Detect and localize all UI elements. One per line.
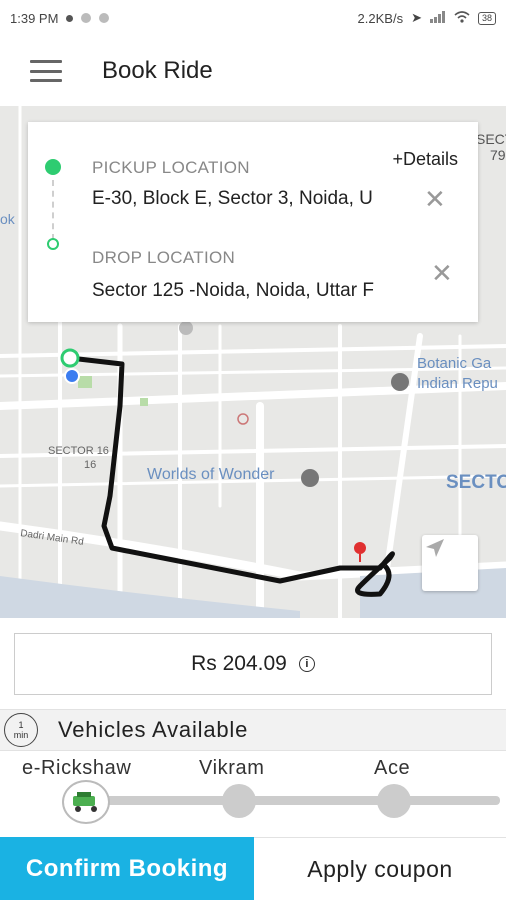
wifi-icon: [454, 10, 470, 26]
network-speed: 2.2KB/s: [357, 10, 404, 26]
vehicles-header: 1 min Vehicles Available: [0, 709, 506, 751]
map-label: Indian Repu: [417, 375, 498, 392]
vehicle-selector[interactable]: e-Rickshaw Vikram Ace: [0, 751, 506, 837]
signal-icon: [429, 10, 446, 26]
location-status-icon: ➤: [411, 10, 422, 25]
vehicle-option-erickshaw[interactable]: e-Rickshaw: [22, 757, 131, 780]
eta-unit: min: [13, 730, 29, 740]
info-icon[interactable]: i: [298, 656, 315, 672]
locate-me-button[interactable]: [422, 535, 478, 591]
confirm-booking-button[interactable]: Confirm Booking: [0, 837, 254, 900]
drop-location-field[interactable]: Sector 125 -Noida, Noida, Uttar F: [92, 280, 414, 302]
vehicle-knob-ace[interactable]: [377, 784, 411, 818]
pickup-dot-icon: [45, 159, 61, 175]
apply-coupon-button[interactable]: Apply coupon: [254, 837, 506, 900]
page-title: Book Ride: [102, 57, 213, 84]
map-label: Botanic Ga: [417, 355, 492, 372]
eta-value: 1: [18, 720, 24, 730]
erickshaw-icon: [73, 792, 97, 812]
app-bar: Book Ride: [0, 36, 506, 106]
clear-pickup-icon[interactable]: ✕: [424, 186, 446, 212]
route-connector: [52, 180, 54, 240]
details-link[interactable]: +Details: [392, 149, 458, 170]
status-bar: 1:39 PM 2.2KB/s ➤ 38: [0, 0, 506, 36]
vehicle-option-ace[interactable]: Ace: [374, 757, 410, 780]
map-label: SECTOR: [476, 131, 506, 147]
menu-icon[interactable]: [30, 60, 62, 82]
pickup-location-field[interactable]: E-30, Block E, Sector 3, Noida, U: [92, 188, 414, 210]
vehicle-knob-erickshaw[interactable]: [62, 780, 110, 824]
drop-label: DROP LOCATION: [92, 248, 236, 267]
fare-box[interactable]: Rs 204.09 i: [14, 633, 492, 695]
notification-icon-3: [99, 13, 110, 23]
vehicle-knob-vikram[interactable]: [222, 784, 256, 818]
notification-icon-2: [81, 13, 92, 23]
vehicles-title: Vehicles Available: [58, 717, 249, 742]
map-label: Worlds of Wonder: [147, 466, 275, 483]
map-label: 16: [84, 459, 96, 471]
notification-icon: [66, 14, 74, 22]
map-label: SECTO: [446, 472, 506, 493]
status-time: 1:39 PM: [10, 10, 59, 26]
clear-drop-icon[interactable]: ✕: [431, 260, 453, 286]
map-label: ok: [0, 211, 16, 227]
vehicle-option-vikram[interactable]: Vikram: [199, 757, 264, 780]
fare-amount: Rs 204.09: [191, 652, 287, 675]
map-label: 79: [490, 147, 506, 163]
pickup-label: PICKUP LOCATION: [92, 158, 250, 177]
eta-badge: 1 min: [4, 713, 38, 747]
map-label: SECTOR 16: [48, 445, 109, 457]
vehicle-slider-track[interactable]: [84, 796, 500, 805]
battery-icon: 38: [477, 11, 496, 25]
drop-dot-icon: [47, 238, 59, 250]
navigation-arrow-icon: [426, 539, 444, 557]
location-card: +Details PICKUP LOCATION E-30, Block E, …: [28, 122, 478, 322]
